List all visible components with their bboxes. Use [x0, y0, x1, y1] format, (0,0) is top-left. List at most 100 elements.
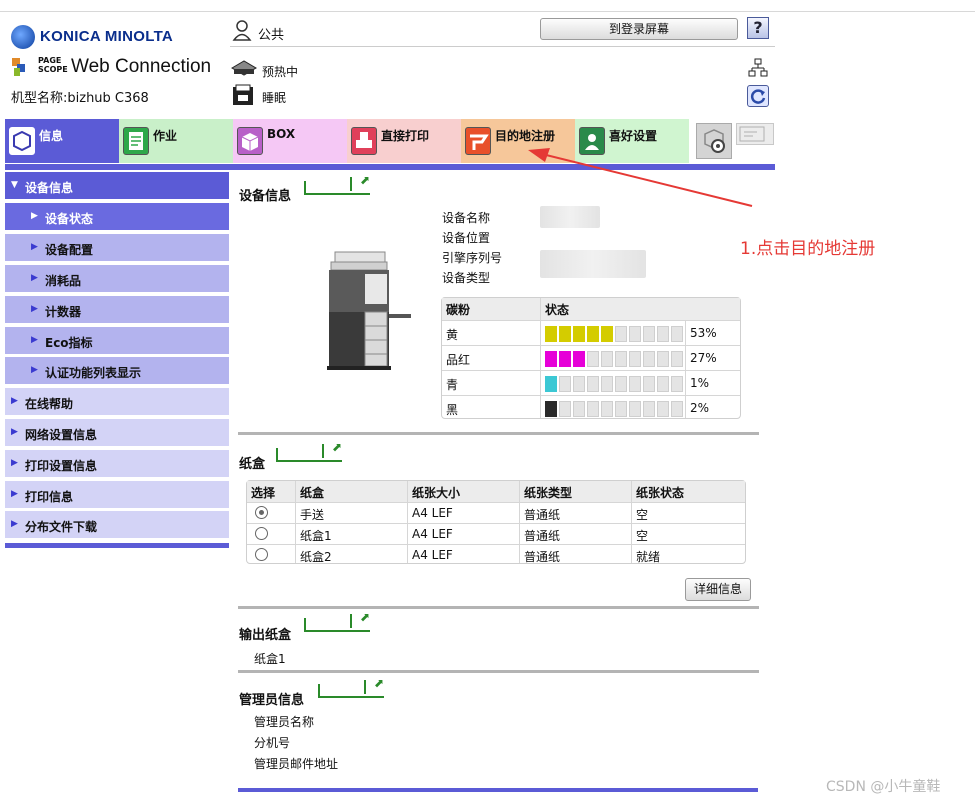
toner-row: 品红 27% [442, 345, 740, 370]
status-warmup: 预热中 [262, 65, 299, 79]
sidebar-item-print-settings[interactable]: ▶ 打印设置信息 [5, 450, 229, 479]
tab-direct-print[interactable]: 直接打印 [347, 119, 461, 163]
sidebar-item-network-settings[interactable]: ▶ 网络设置信息 [5, 419, 229, 448]
label-device-location: 设备位置 [442, 231, 491, 245]
toner-segment [615, 401, 627, 417]
toner-segment [601, 401, 613, 417]
refresh-icon[interactable] [747, 85, 769, 107]
annotation-text: 1.点击目的地注册 [740, 239, 876, 259]
chevron-right-icon: ▶ [11, 519, 18, 529]
toner-percent: 27% [690, 351, 717, 365]
sidebar-item-consumables[interactable]: ▶ 消耗品 [5, 265, 229, 294]
toner-segment [601, 351, 613, 367]
toner-segment [545, 326, 557, 342]
toner-level-bar [545, 326, 685, 342]
sidebar-label: 消耗品 [45, 274, 82, 288]
sidebar-item-device-config[interactable]: ▶ 设备配置 [5, 234, 229, 263]
pagescope-logo-icon [11, 56, 37, 78]
tray-radio-manual[interactable] [255, 506, 268, 519]
tab-info-label: 信息 [39, 129, 64, 143]
chevron-right-icon: ▶ [31, 365, 38, 375]
tray-radio-2[interactable] [255, 548, 268, 561]
printer-warmup-icon [230, 58, 258, 78]
type-cell: 普通纸 [524, 508, 561, 522]
product-name: Web Connection [71, 56, 212, 77]
login-screen-button[interactable]: 到登录屏幕 [540, 18, 738, 40]
toner-segment [587, 351, 599, 367]
toner-segment [615, 351, 627, 367]
label-admin-email: 管理员邮件地址 [254, 757, 339, 771]
sidebar-item-eco[interactable]: ▶ Eco指标 [5, 327, 229, 356]
tray-radio-1[interactable] [255, 527, 268, 540]
toner-segment [615, 326, 627, 342]
tab-box-label: BOX [267, 127, 296, 141]
sidebar-item-print-info[interactable]: ▶ 打印信息 [5, 481, 229, 510]
annotation-arrow-icon [528, 148, 753, 207]
toner-level-bar [545, 351, 685, 367]
sidebar-label: 设备配置 [45, 243, 94, 257]
toner-segment [629, 351, 641, 367]
toner-percent: 1% [690, 376, 710, 390]
tab-box[interactable]: BOX [233, 119, 347, 163]
konica-logo-icon [11, 25, 35, 49]
toner-segment [559, 351, 571, 367]
sidebar-label: 设备信息 [25, 181, 74, 195]
chevron-right-icon: ▶ [11, 427, 18, 437]
col-paper-status: 纸张状态 [636, 486, 685, 500]
toner-segment [671, 376, 683, 392]
section-divider [238, 432, 759, 435]
toner-segment [573, 326, 585, 342]
label-engine-serial: 引擎序列号 [442, 251, 503, 265]
sidebar-item-distribution-download[interactable]: ▶ 分布文件下载 [5, 511, 229, 540]
table-row: 手送 A4 LEF 普通纸 空 [247, 502, 745, 523]
toner-segment [629, 326, 641, 342]
sidebar-item-auth-list[interactable]: ▶ 认证功能列表显示 [5, 357, 229, 386]
tray-cell: 纸盒1 [300, 529, 332, 543]
chevron-right-icon: ▶ [11, 458, 18, 468]
tab-info[interactable]: 信息 [5, 119, 119, 163]
details-button[interactable]: 详细信息 [685, 578, 751, 601]
tab-job[interactable]: 作业 [119, 119, 233, 163]
device-info-title: 设备信息 [239, 189, 292, 204]
network-icon[interactable] [748, 58, 768, 78]
toner-segment [545, 401, 557, 417]
toner-table: 碳粉 状态 黄 53% 品红 27% 青 1% 黑 2% [441, 297, 741, 419]
sidebar-item-device-status[interactable]: ▶ 设备状态 [5, 203, 229, 232]
sidebar-label: 打印设置信息 [25, 459, 98, 473]
sidebar-item-counter[interactable]: ▶ 计数器 [5, 296, 229, 325]
toner-level-bar [545, 401, 685, 417]
sidebar-label: 分布文件下载 [25, 520, 98, 534]
sidebar-item-online-help[interactable]: ▶ 在线帮助 [5, 388, 229, 417]
destination-tab-icon [465, 127, 491, 155]
sidebar-label: 打印信息 [25, 490, 74, 504]
user-name: 公共 [258, 28, 285, 43]
toner-percent: 2% [690, 401, 710, 415]
toner-name: 品红 [446, 353, 471, 367]
toner-segment [601, 376, 613, 392]
sidebar-bottom-bar [5, 543, 229, 548]
output-tray-title: 输出纸盒 [239, 628, 292, 643]
sidebar-item-device-info[interactable]: ▼ 设备信息 [5, 172, 229, 201]
printer-image [325, 250, 415, 372]
watermark: CSDN @小牛童鞋 [826, 779, 941, 795]
toner-segment [573, 351, 585, 367]
label-extension: 分机号 [254, 736, 291, 750]
sidebar-label: Eco指标 [45, 336, 93, 350]
toner-segment [643, 401, 655, 417]
toner-segment [573, 401, 585, 417]
help-button[interactable]: ? [747, 17, 769, 39]
chevron-right-icon: ▶ [31, 304, 38, 314]
toner-segment [559, 376, 571, 392]
section-deco-icon: ⬈ [318, 676, 384, 698]
type-cell: 普通纸 [524, 529, 561, 543]
chevron-right-icon: ▶ [31, 242, 38, 252]
sidebar-label: 认证功能列表显示 [45, 366, 142, 380]
toner-segment [657, 401, 669, 417]
sidebar-label: 网络设置信息 [25, 428, 98, 442]
toner-segment [629, 376, 641, 392]
toner-segment [643, 326, 655, 342]
toner-segment [615, 376, 627, 392]
toner-segment [657, 351, 669, 367]
output-tray-value: 纸盒1 [254, 652, 286, 666]
direct-print-tab-icon [351, 127, 377, 155]
